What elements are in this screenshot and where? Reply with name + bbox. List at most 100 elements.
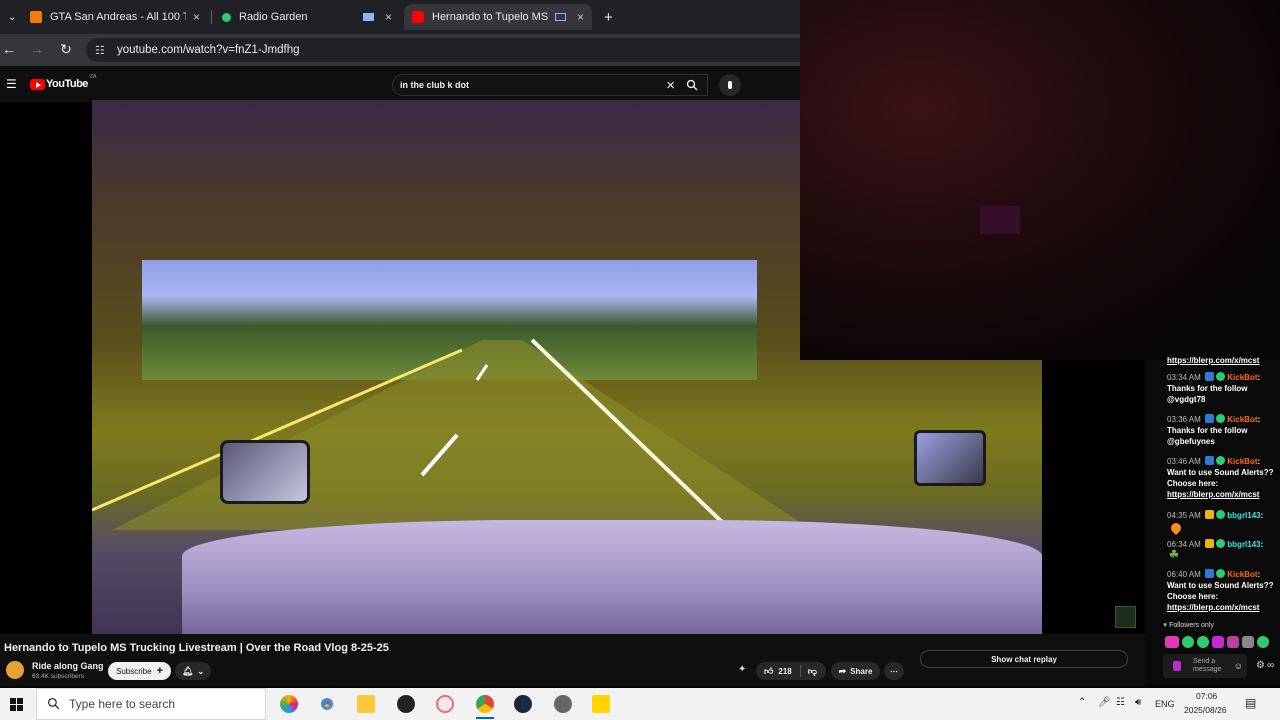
address-bar[interactable]: ☷ youtube.com/watch?v=fnZ1-Jmdfhg bbox=[86, 38, 800, 62]
chat-username: bbgrl143 bbox=[1227, 540, 1261, 549]
chat-link[interactable]: https://blerp.com/x/mcst bbox=[1167, 602, 1280, 613]
channel-name[interactable]: Ride along Gang bbox=[32, 661, 104, 671]
new-tab-button[interactable]: + bbox=[596, 4, 616, 30]
search-icon[interactable] bbox=[680, 77, 704, 93]
menu-icon[interactable]: ☰ bbox=[6, 77, 17, 91]
windows-start-icon[interactable] bbox=[10, 698, 23, 711]
chevron-down-icon: ⌄ bbox=[8, 11, 17, 23]
chat-time: 06:34 AM bbox=[1167, 540, 1201, 549]
chat-username: KickBot bbox=[1227, 415, 1258, 424]
chat-message: https://blerp.com/x/mcst bbox=[1167, 355, 1280, 366]
tab-hernando-active[interactable]: Hernando to Tupelo MS Tru × bbox=[404, 4, 592, 30]
active-app-indicator bbox=[476, 717, 494, 719]
game-icon[interactable] bbox=[592, 695, 610, 713]
site-info-icon[interactable]: ☷ bbox=[95, 44, 105, 57]
steam-icon[interactable] bbox=[514, 695, 532, 713]
clock-time[interactable]: 07:06 bbox=[1196, 691, 1217, 701]
file-explorer-icon[interactable] bbox=[357, 695, 375, 713]
paint-icon[interactable] bbox=[436, 695, 454, 713]
chat-settings-icon[interactable]: ⚙ bbox=[1256, 660, 1265, 671]
subscribe-button[interactable]: Subscribe + bbox=[108, 662, 171, 680]
chat-message: 03:46 AM KickBot: Want to use Sound Aler… bbox=[1167, 456, 1280, 500]
taskbar-search-input[interactable]: Type here to search bbox=[36, 688, 266, 720]
heart-icon: ♥ bbox=[1163, 622, 1168, 629]
youtube-favicon-icon bbox=[412, 11, 424, 23]
chat-text: Thanks for the follow @vgdgt78 bbox=[1167, 384, 1248, 404]
close-icon[interactable]: × bbox=[577, 10, 584, 24]
clock-date[interactable]: 2025/08/26 bbox=[1184, 705, 1227, 715]
tab-favicon-icon bbox=[30, 11, 42, 23]
reload-icon[interactable]: ↻ bbox=[57, 41, 75, 58]
plus-icon: + bbox=[604, 8, 613, 26]
search-input[interactable]: in the club k dot × bbox=[392, 74, 708, 96]
network-icon[interactable]: ☷ bbox=[1116, 697, 1125, 708]
close-icon[interactable]: × bbox=[385, 10, 392, 24]
channel-avatar[interactable] bbox=[6, 661, 24, 679]
chat-text: Thanks for the follow @gbefuynes bbox=[1167, 426, 1248, 446]
app-icon[interactable] bbox=[554, 695, 572, 713]
chat-link-icon[interactable]: ∞ bbox=[1267, 660, 1274, 671]
chat-time: 03:36 AM bbox=[1167, 415, 1201, 424]
clear-icon[interactable]: × bbox=[666, 77, 675, 94]
dislike-icon[interactable]: 👎︎ bbox=[808, 666, 817, 677]
notification-center-icon[interactable]: ▤ bbox=[1245, 696, 1256, 710]
followers-only-notice: ♥ Followers only bbox=[1163, 622, 1214, 629]
chat-username: KickBot bbox=[1227, 570, 1258, 579]
mic-icon[interactable] bbox=[719, 74, 741, 96]
bot-badge-icon bbox=[1205, 372, 1215, 381]
audio-playing-icon bbox=[363, 13, 374, 21]
logo-country: ZA bbox=[89, 74, 97, 80]
orange-heart-emote-icon bbox=[1168, 520, 1184, 536]
subscribe-label: Subscribe bbox=[115, 666, 152, 676]
notification-button[interactable]: 🔔︎ ⌄ bbox=[175, 662, 211, 680]
tray-chevron-up-icon[interactable]: ⌃ bbox=[1078, 697, 1086, 708]
chat-text: Want to use Sound Alerts?? Choose here: bbox=[1167, 581, 1274, 601]
tab-label: GTA San Andreas - All 100 Tag bbox=[50, 11, 186, 23]
smile-icon[interactable]: ☺ bbox=[1234, 661, 1243, 671]
volume-icon[interactable]: 🔊︎ bbox=[1135, 697, 1141, 708]
share-label: Share bbox=[850, 666, 873, 676]
video-hood bbox=[182, 520, 1042, 634]
subscriber-count: 63.4K subscribers bbox=[32, 673, 85, 680]
like-icon[interactable]: 👍︎ bbox=[764, 666, 773, 677]
video-title: Hernando to Tupelo MS Trucking Livestrea… bbox=[4, 642, 389, 654]
verified-badge-icon bbox=[1216, 569, 1226, 578]
show-chat-replay-button[interactable]: Show chat replay bbox=[920, 650, 1128, 668]
webcam-overlay bbox=[800, 0, 1280, 360]
tab-gta[interactable]: GTA San Andreas - All 100 Tag × bbox=[22, 4, 208, 30]
chat-link[interactable]: https://blerp.com/x/mcst bbox=[1167, 356, 1259, 365]
search-value: in the club k dot bbox=[400, 80, 469, 90]
youtube-header: ☰ YouTube ZA in the club k dot × bbox=[0, 66, 800, 102]
chat-link[interactable]: https://blerp.com/x/mcst bbox=[1167, 489, 1280, 500]
sub-badge-icon bbox=[1205, 539, 1215, 548]
puzzle-icon[interactable]: ✦ bbox=[738, 664, 746, 675]
chrome-profile-icon[interactable] bbox=[476, 695, 494, 713]
tab-radio-garden[interactable]: Radio Garden × bbox=[214, 4, 400, 30]
chat-time: 06:40 AM bbox=[1167, 570, 1201, 579]
back-icon[interactable]: ← bbox=[0, 41, 18, 57]
chat-message-input[interactable]: Send a message ☺ bbox=[1163, 654, 1247, 678]
share-button[interactable]: ➦ Share bbox=[831, 662, 880, 680]
chat-time: 03:34 AM bbox=[1167, 373, 1201, 382]
tab-search-button[interactable]: ⌄ bbox=[0, 4, 22, 30]
chat-input-placeholder: Send a message bbox=[1193, 658, 1222, 673]
chat-emote-picker-icon[interactable] bbox=[1173, 661, 1181, 671]
youtube-logo[interactable]: YouTube ZA bbox=[30, 74, 96, 90]
emote-bar[interactable] bbox=[1165, 636, 1277, 648]
mic-icon[interactable]: 🎤︎ bbox=[1098, 697, 1111, 708]
forward-icon[interactable]: → bbox=[28, 41, 46, 57]
chrome-icon[interactable] bbox=[318, 695, 336, 713]
more-button[interactable]: ⋯ bbox=[884, 662, 904, 680]
verified-badge-icon bbox=[1216, 539, 1226, 548]
chat-time: 03:46 AM bbox=[1167, 457, 1201, 466]
like-count: 218 bbox=[778, 666, 792, 676]
language-indicator[interactable]: ENG bbox=[1155, 699, 1175, 709]
obs-icon[interactable] bbox=[397, 695, 415, 713]
copilot-icon[interactable] bbox=[280, 695, 298, 713]
leaf-emote-icon: ☘ bbox=[1169, 549, 1179, 561]
live-chat-panel: https://blerp.com/x/mcst 03:34 AM KickBo… bbox=[1145, 356, 1280, 685]
close-icon[interactable]: × bbox=[193, 10, 200, 24]
browser-toolbar: ← → ↻ ☷ youtube.com/watch?v=fnZ1-Jmdfhg bbox=[0, 34, 800, 66]
plus-icon: + bbox=[156, 665, 163, 677]
chat-message: 06:34 AM bbgrl143: ☘ bbox=[1167, 539, 1280, 561]
